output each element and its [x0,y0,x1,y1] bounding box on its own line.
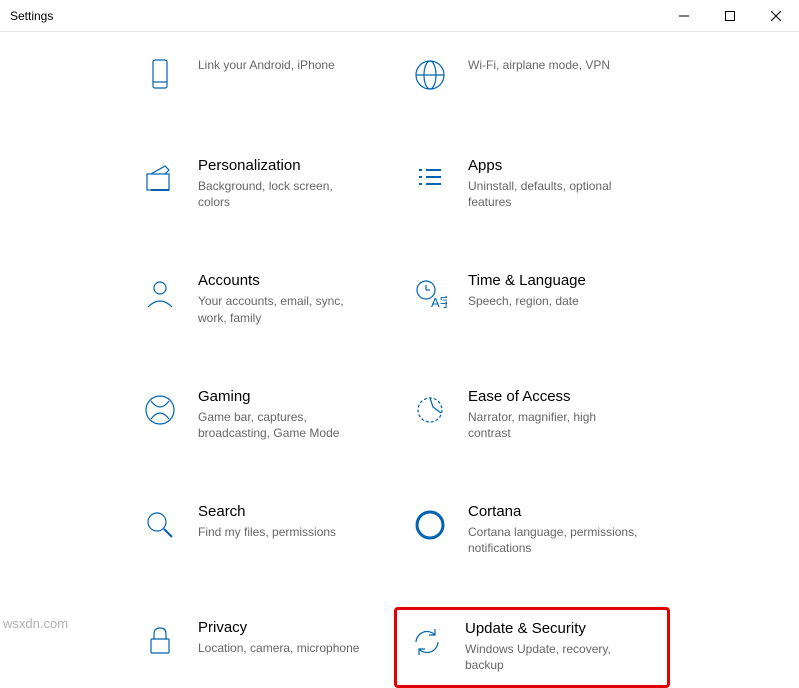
tile-desc: Your accounts, email, sync, work, family [198,293,368,325]
tile-title: Cortana [468,503,638,520]
tile-gaming[interactable]: Gaming Game bar, captures, broadcasting,… [130,382,400,447]
svg-text:A字: A字 [431,295,447,310]
tile-title: Time & Language [468,272,586,289]
search-icon [140,505,180,545]
cortana-icon [410,505,450,545]
tile-title: Ease of Access [468,388,638,405]
tile-desc: Game bar, captures, broadcasting, Game M… [198,409,368,441]
tile-title: Accounts [198,272,368,289]
window-controls [661,0,799,32]
tile-desc: Speech, region, date [468,293,586,309]
tile-desc: Link your Android, iPhone [198,57,335,73]
tile-desc: Background, lock screen, colors [198,178,368,210]
titlebar: Settings [0,0,799,32]
tile-desc: Location, camera, microphone [198,640,359,656]
tile-title: Gaming [198,388,368,405]
tile-cortana[interactable]: Cortana Cortana language, permissions, n… [400,497,670,562]
tile-title: Privacy [198,619,359,636]
tile-apps[interactable]: Apps Uninstall, defaults, optional featu… [400,151,670,216]
tile-privacy[interactable]: Privacy Location, camera, microphone [130,613,400,688]
window-title: Settings [0,9,53,23]
settings-content: Link your Android, iPhone Wi-Fi, airplan… [0,47,799,688]
tile-desc: Windows Update, recovery, backup [465,641,635,673]
tile-desc: Uninstall, defaults, optional features [468,178,638,210]
tile-ease-of-access[interactable]: Ease of Access Narrator, magnifier, high… [400,382,670,447]
lock-icon [140,621,180,661]
tile-desc: Wi-Fi, airplane mode, VPN [468,57,610,73]
xbox-icon [140,390,180,430]
tile-phone[interactable]: Link your Android, iPhone [130,47,400,101]
tile-network[interactable]: Wi-Fi, airplane mode, VPN [400,47,670,101]
tile-accounts[interactable]: Accounts Your accounts, email, sync, wor… [130,266,400,331]
tile-search[interactable]: Search Find my files, permissions [130,497,400,562]
ease-of-access-icon [410,390,450,430]
tile-title: Search [198,503,336,520]
watermark: wsxdn.com [3,616,68,631]
tile-title: Apps [468,157,638,174]
tile-personalization[interactable]: Personalization Background, lock screen,… [130,151,400,216]
tile-desc: Narrator, magnifier, high contrast [468,409,638,441]
globe-icon [410,55,450,95]
paintbrush-icon [140,159,180,199]
maximize-button[interactable] [707,0,753,32]
apps-list-icon [410,159,450,199]
update-icon [407,622,447,662]
phone-icon [140,55,180,95]
tile-time-language[interactable]: A字 Time & Language Speech, region, date [400,266,670,331]
person-icon [140,274,180,314]
settings-grid: Link your Android, iPhone Wi-Fi, airplan… [130,47,799,688]
close-button[interactable] [753,0,799,32]
tile-desc: Cortana language, permissions, notificat… [468,524,638,556]
tile-update-security[interactable]: Update & Security Windows Update, recove… [394,607,670,688]
time-language-icon: A字 [410,274,450,314]
tile-title: Personalization [198,157,368,174]
minimize-button[interactable] [661,0,707,32]
tile-desc: Find my files, permissions [198,524,336,540]
